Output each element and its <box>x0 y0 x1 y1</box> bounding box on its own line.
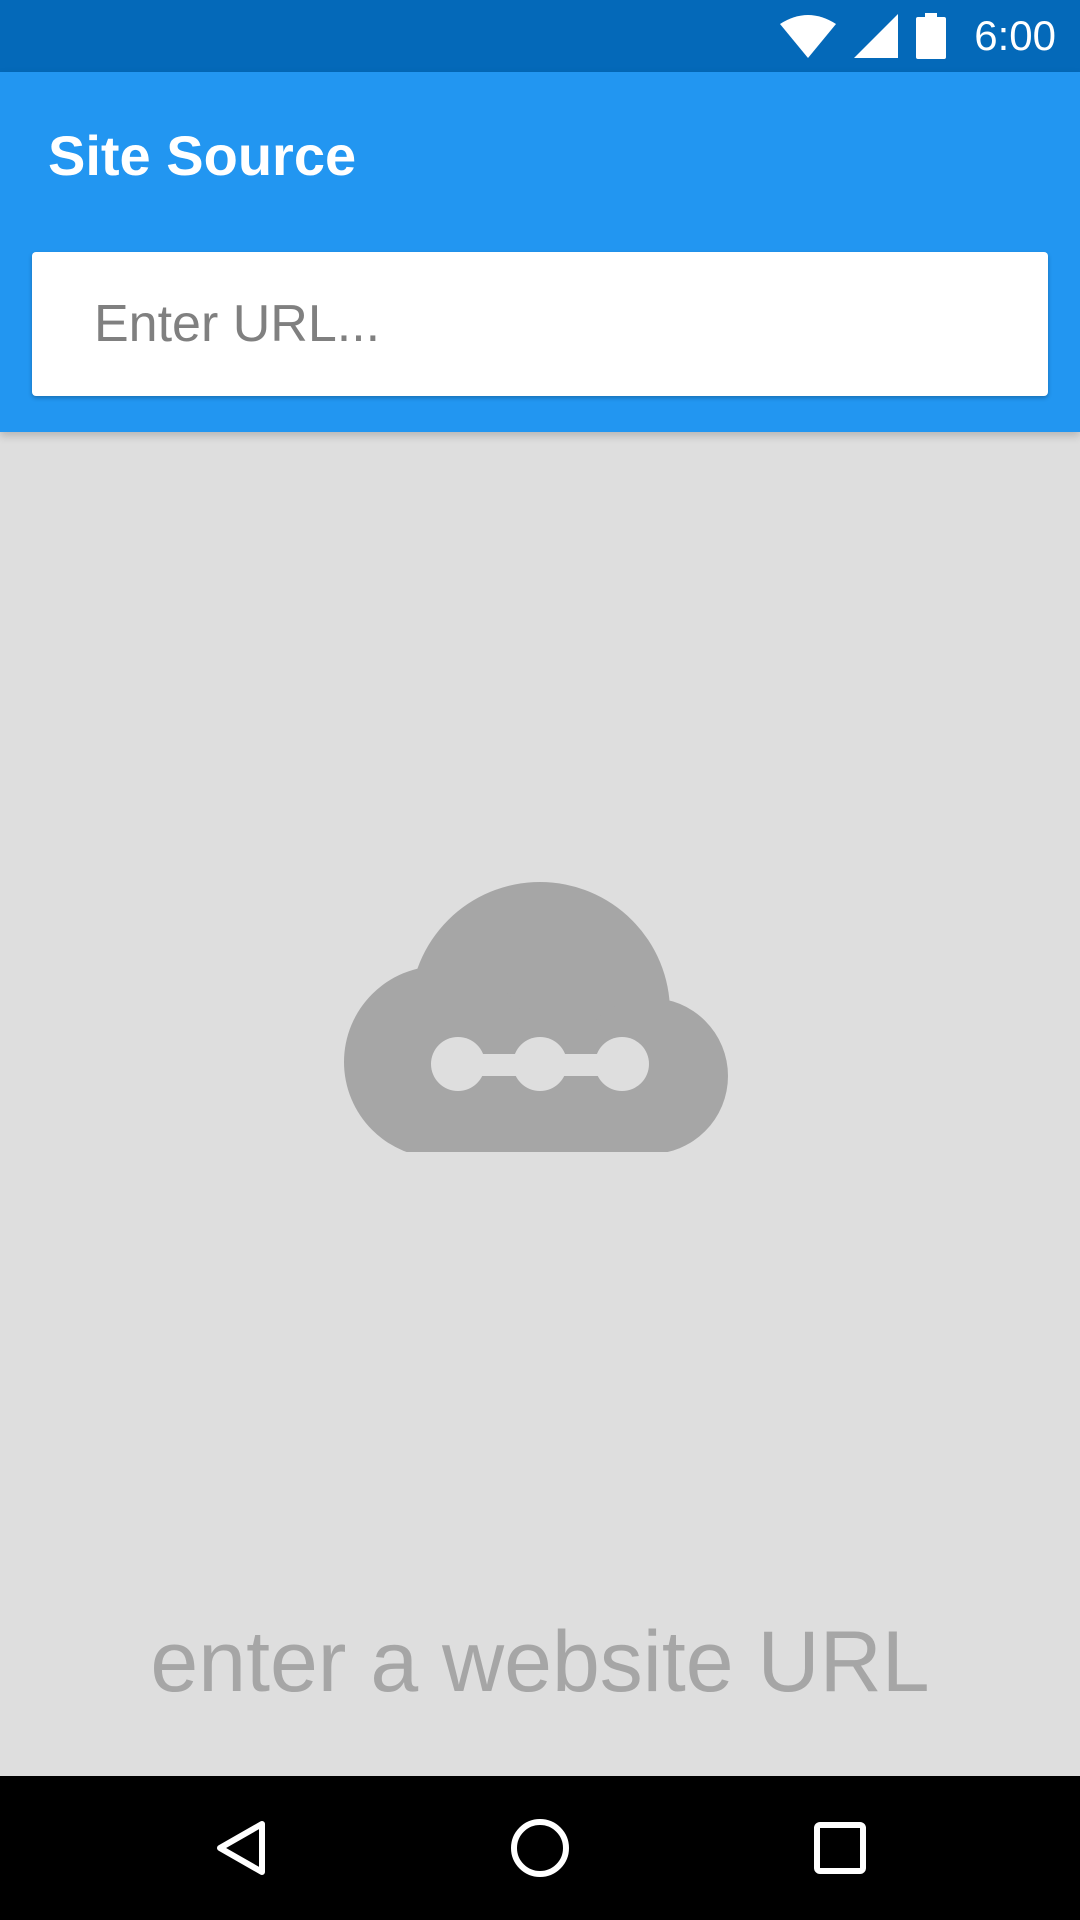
battery-icon <box>916 13 947 59</box>
url-input[interactable] <box>92 252 1048 396</box>
app-bar: Site Source <box>0 72 1080 432</box>
status-time: 6:00 <box>974 12 1056 59</box>
status-bar: 6:00 <box>0 0 1080 72</box>
empty-state-message: enter a website URL <box>150 1614 930 1710</box>
back-icon[interactable] <box>200 1808 280 1888</box>
home-icon[interactable] <box>500 1808 580 1888</box>
app-title: Site Source <box>48 124 357 187</box>
recents-icon[interactable] <box>800 1808 880 1888</box>
nav-bar <box>0 1776 1080 1920</box>
cloud-link-icon <box>340 832 740 1158</box>
empty-state: enter a website URL <box>0 432 1080 1776</box>
url-input-container[interactable] <box>32 252 1048 396</box>
wifi-icon <box>780 14 837 58</box>
status-icons: 6:00 <box>780 0 1056 72</box>
cell-signal-icon <box>854 14 899 58</box>
